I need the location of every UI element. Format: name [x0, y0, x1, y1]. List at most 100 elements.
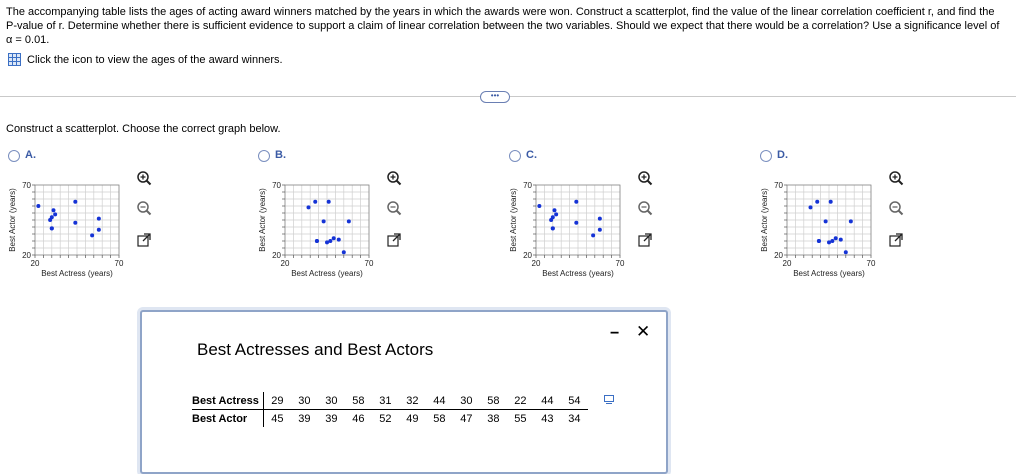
zoom-out-icon[interactable] — [637, 200, 653, 216]
table-cell: 39 — [298, 412, 311, 425]
option-b-scatterplot: 702020 70Best Actress (years)Best Actor (… — [258, 181, 374, 278]
data-point — [341, 250, 346, 255]
option-a-scatterplot: 702020 70Best Actress (years)Best Actor (… — [8, 181, 124, 278]
data-point — [51, 208, 56, 213]
data-point — [96, 227, 101, 232]
table-cell: 34 — [568, 412, 581, 425]
expand-icon[interactable] — [386, 232, 402, 248]
table-cell: 49 — [406, 412, 419, 425]
data-point — [90, 233, 95, 238]
table-cell: 44 — [533, 392, 561, 410]
data-table-dialog[interactable]: Best Actresses and Best Actors − ✕ Best … — [140, 310, 668, 474]
option-c[interactable]: C. 70 20 20 70 Best Actress (years) Best Acto… — [509, 149, 709, 290]
data-point — [843, 250, 848, 255]
table-cell: 58 — [479, 392, 507, 410]
minimize-button[interactable]: − — [610, 325, 619, 343]
data-point — [816, 239, 821, 243]
option-b-radio[interactable] — [258, 150, 270, 162]
zoom-out-icon[interactable] — [136, 200, 152, 216]
table-cell: 32 — [398, 392, 426, 410]
data-point — [346, 219, 351, 224]
zoom-in-icon[interactable] — [136, 170, 152, 186]
x-max-label: 70 — [616, 259, 625, 268]
table-cell: 43 — [541, 412, 554, 425]
more-button[interactable]: ••• — [480, 91, 510, 103]
table-row: Best Actress 29 30 30 58 31 32 44 30 58 … — [192, 392, 588, 410]
expand-icon[interactable] — [136, 232, 152, 248]
option-c-radio[interactable] — [509, 150, 521, 162]
option-a-label[interactable]: A. — [25, 149, 36, 161]
option-b-label[interactable]: B. — [275, 149, 286, 161]
data-point — [550, 215, 555, 220]
data-point — [49, 215, 54, 220]
table-cell: 54 — [560, 392, 588, 410]
data-point — [808, 205, 813, 210]
y-max-label: 70 — [272, 181, 281, 190]
help-row[interactable]: Click the icon to view the ages of the a… — [8, 53, 283, 66]
data-point — [336, 237, 341, 242]
table-cell: 30 — [290, 392, 318, 410]
data-point — [314, 239, 319, 243]
x-axis-label: Best Actress (years) — [542, 269, 614, 278]
row-header: Best Actress — [192, 392, 264, 410]
zoom-in-icon[interactable] — [386, 170, 402, 186]
close-button[interactable]: ✕ — [636, 322, 650, 342]
x-max-label: 70 — [115, 259, 124, 268]
data-point — [53, 212, 58, 217]
data-point — [73, 199, 78, 204]
copy-icon[interactable] — [604, 395, 614, 404]
data-point — [848, 219, 853, 224]
expand-icon[interactable] — [637, 232, 653, 248]
table-cell: 47 — [460, 412, 473, 425]
data-point — [833, 236, 838, 241]
expand-icon[interactable] — [888, 232, 904, 248]
table-cell: 46 — [352, 412, 365, 425]
option-b[interactable]: B. 70 20 20 70 Best Actress (years) Best Acto… — [258, 149, 458, 290]
x-min-label: 20 — [31, 259, 40, 268]
data-point — [550, 226, 555, 231]
option-c-scatterplot: 702020 70Best Actress (years)Best Actor (… — [509, 181, 625, 278]
question-text: The accompanying table lists the ages of… — [6, 6, 1000, 46]
data-point — [574, 199, 579, 204]
option-d-scatterplot: 702020 70Best Actress (years)Best Actor (… — [760, 181, 876, 278]
table-cell: 45 — [271, 412, 284, 425]
y-axis-label: Best Actor (years) — [258, 188, 267, 252]
help-text[interactable]: Click the icon to view the ages of the a… — [27, 54, 283, 66]
data-point — [321, 219, 326, 224]
data-point — [597, 227, 602, 232]
table-icon[interactable] — [8, 53, 21, 66]
table-cell: 38 — [487, 412, 500, 425]
x-max-label: 70 — [365, 259, 374, 268]
zoom-in-icon[interactable] — [637, 170, 653, 186]
x-axis-label: Best Actress (years) — [41, 269, 113, 278]
data-point — [574, 220, 579, 225]
data-point — [313, 199, 318, 204]
table-cell: 30 — [452, 392, 480, 410]
table-cell: 29 — [263, 392, 291, 410]
dialog-title: Best Actresses and Best Actors — [197, 340, 434, 359]
table-cell: 58 — [344, 392, 372, 410]
option-d-radio[interactable] — [760, 150, 772, 162]
option-d-label[interactable]: D. — [777, 149, 788, 161]
instruction-text: Construct a scatterplot. Choose the corr… — [6, 123, 281, 135]
zoom-out-icon[interactable] — [888, 200, 904, 216]
zoom-in-icon[interactable] — [888, 170, 904, 186]
option-a-radio[interactable] — [8, 150, 20, 162]
data-point — [597, 216, 602, 221]
option-a[interactable]: A. 70 20 20 70 Best Actress (years) Best Acto… — [8, 149, 208, 290]
data-point — [73, 220, 78, 225]
row-header: Best Actor — [192, 409, 264, 427]
data-point — [830, 239, 835, 243]
table-cell: 30 — [317, 392, 345, 410]
data-point — [96, 216, 101, 221]
table-cell: 44 — [425, 392, 453, 410]
x-min-label: 20 — [783, 259, 792, 268]
table-cell: 39 — [325, 412, 338, 425]
data-point — [591, 233, 596, 238]
x-min-label: 20 — [532, 259, 541, 268]
data-point — [823, 219, 828, 224]
option-d[interactable]: D. 70 20 20 70 Best Actress (years) Best Acto… — [760, 149, 960, 290]
x-axis-label: Best Actress (years) — [793, 269, 865, 278]
zoom-out-icon[interactable] — [386, 200, 402, 216]
option-c-label[interactable]: C. — [526, 149, 537, 161]
